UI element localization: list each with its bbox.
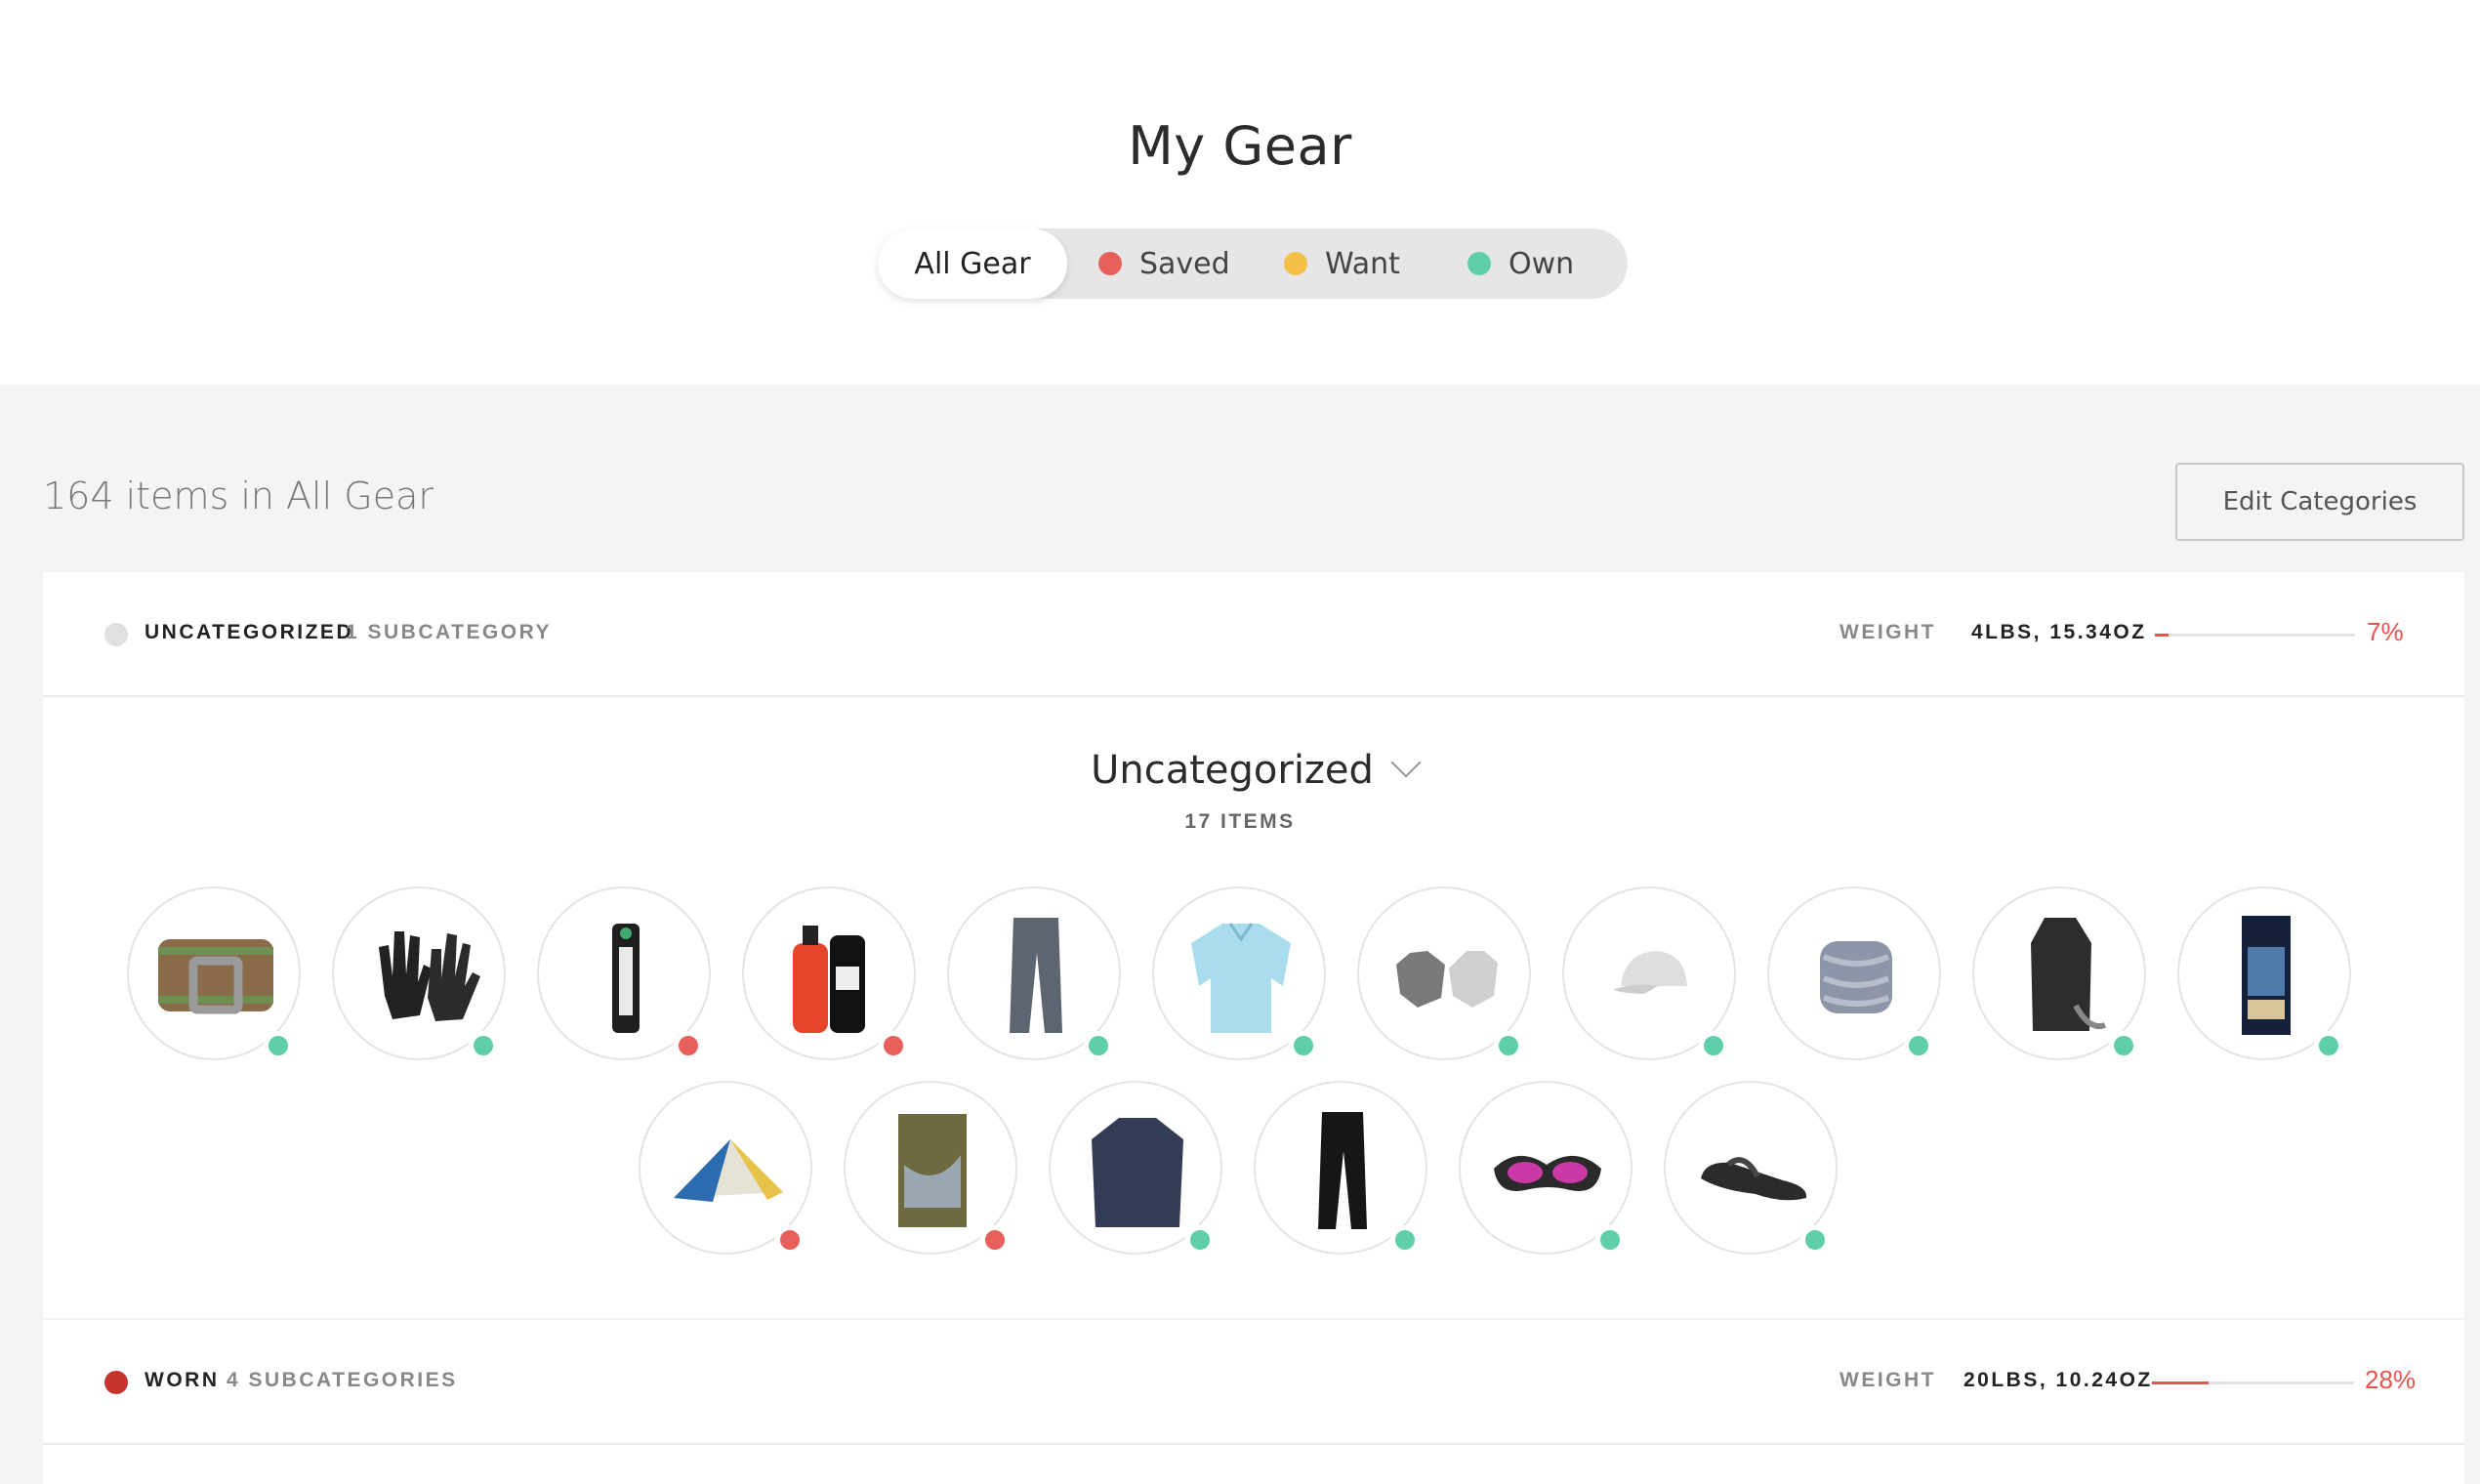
filter-own[interactable]: Own: [1467, 228, 1574, 299]
category-name: UNCATEGORIZED: [145, 621, 354, 643]
category-dot-icon: [104, 623, 128, 646]
status-dot: [2109, 1031, 2138, 1060]
status-dot: [1699, 1031, 1728, 1060]
subcategory-title[interactable]: Uncategorized: [43, 747, 2464, 793]
status-dot: [1800, 1225, 1830, 1255]
gear-item-hoodie[interactable]: [1049, 1081, 1222, 1255]
status-dot: [1494, 1031, 1523, 1060]
page-title: My Gear: [1128, 115, 1352, 177]
filter-want[interactable]: Want: [1284, 228, 1400, 299]
weight-bar: [2152, 1381, 2354, 1384]
status-dot: [1595, 1225, 1625, 1255]
gear-item-neck-gaiter[interactable]: [1767, 886, 1941, 1060]
item-count: 164 items in All Gear: [43, 474, 434, 517]
edit-categories-button[interactable]: Edit Categories: [2175, 463, 2464, 541]
weight-percent: 7%: [2367, 617, 2404, 646]
want-dot-icon: [1284, 252, 1307, 275]
gear-filter-toggle: All Gear Saved Want Own: [878, 228, 1628, 299]
status-dot: [879, 1031, 908, 1060]
gear-item-eye-mask[interactable]: [1459, 1081, 1633, 1255]
category-name: WORN: [145, 1369, 220, 1391]
weight-value: 20LBS, 10.24OZ: [1963, 1369, 2153, 1391]
filter-label: Want: [1325, 246, 1400, 281]
saved-dot-icon: [1098, 252, 1122, 275]
gear-item-fingerless-gloves[interactable]: [1357, 886, 1531, 1060]
category-header[interactable]: UNCATEGORIZED 1 SUBCATEGORY WEIGHT 4LBS,…: [43, 572, 2464, 697]
subcategory-name: Uncategorized: [1091, 748, 1374, 793]
gear-item-hammock[interactable]: [844, 1081, 1017, 1255]
status-dot: [1084, 1031, 1113, 1060]
status-dot: [674, 1031, 703, 1060]
status-dot: [264, 1031, 293, 1060]
status-dot: [2314, 1031, 2343, 1060]
gear-item-cap[interactable]: [1562, 886, 1736, 1060]
weight-percent: 28%: [2365, 1365, 2417, 1394]
filter-label: Own: [1509, 246, 1575, 281]
subcategory-count: 4 SUBCATEGORIES: [227, 1369, 458, 1391]
category-header[interactable]: WORN 4 SUBCATEGORIES WEIGHT 20LBS, 10.24…: [43, 1320, 2464, 1445]
weight-bar-fill: [2155, 634, 2170, 637]
status-dot: [1390, 1225, 1420, 1255]
gear-item-bear-spray[interactable]: [742, 886, 916, 1060]
status-dot: [1289, 1031, 1318, 1060]
filter-saved[interactable]: Saved: [1098, 228, 1230, 299]
category-card-worn: WORN 4 SUBCATEGORIES WEIGHT 20LBS, 10.24…: [43, 1320, 2464, 1484]
gear-item-sandal[interactable]: [1664, 1081, 1838, 1255]
gear-item-filter-straw[interactable]: [537, 886, 711, 1060]
weight-label: WEIGHT: [1839, 1369, 1936, 1391]
gear-item-jacket[interactable]: [1972, 886, 2146, 1060]
own-dot-icon: [1467, 252, 1491, 275]
gear-item-shirt[interactable]: [1152, 886, 1326, 1060]
filter-label: Saved: [1139, 246, 1230, 281]
gear-item-leggings[interactable]: [1254, 1081, 1427, 1255]
weight-label: WEIGHT: [1839, 621, 1936, 643]
gear-item-gloves[interactable]: [332, 886, 506, 1060]
gear-item-tent[interactable]: [639, 1081, 812, 1255]
weight-bar: [2155, 634, 2355, 637]
gear-item-book[interactable]: [2177, 886, 2351, 1060]
status-dot: [1904, 1031, 1933, 1060]
gear-item-pants[interactable]: [947, 886, 1121, 1060]
status-dot: [775, 1225, 805, 1255]
category-dot-icon: [104, 1371, 128, 1394]
status-dot: [980, 1225, 1010, 1255]
status-dot: [1185, 1225, 1215, 1255]
status-dot: [469, 1031, 498, 1060]
subcategory-item-count: 17 ITEMS: [1184, 810, 1296, 833]
page-header: My Gear All Gear Saved Want Own: [0, 0, 2480, 385]
filter-all-gear[interactable]: All Gear: [878, 228, 1067, 299]
weight-bar-fill: [2152, 1381, 2209, 1384]
weight-value: 4LBS, 15.34OZ: [1971, 621, 2147, 643]
filter-label: All Gear: [914, 246, 1031, 281]
subcategory-count: 1 SUBCATEGORY: [346, 621, 553, 643]
gear-item-belt[interactable]: [127, 886, 301, 1060]
chevron-down-icon: [1390, 747, 1422, 778]
